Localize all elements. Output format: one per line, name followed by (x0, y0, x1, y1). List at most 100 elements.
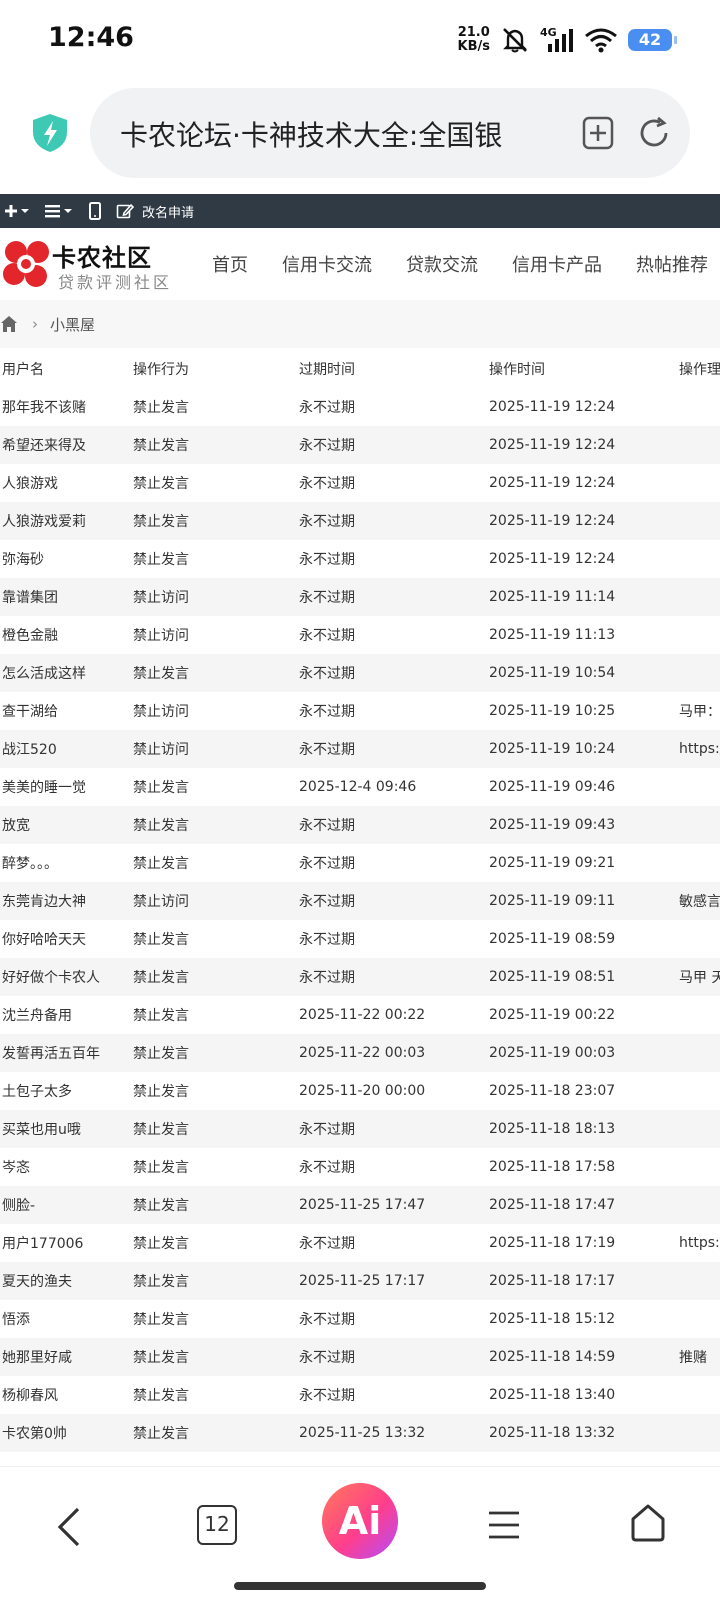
cell-username[interactable]: 靠谱集团 (2, 587, 58, 607)
menu-icon[interactable] (487, 1509, 521, 1541)
status-bar: 12:46 21.0 KB/s 4G 42 (0, 0, 720, 80)
ai-icon[interactable]: Ai (322, 1483, 398, 1559)
cell-expiry: 2025-11-22 00:22 (299, 1007, 426, 1023)
cell-username[interactable]: 土包子太多 (2, 1081, 72, 1101)
site-logo[interactable]: 卡农社区 贷款评测社区 (2, 236, 172, 296)
cell-action: 禁止发言 (133, 780, 189, 796)
cell-username[interactable]: 侧脸- (2, 1195, 35, 1215)
cell-username[interactable]: 卡农第0帅 (2, 1423, 67, 1443)
tabs-icon[interactable]: 12 (197, 1505, 237, 1545)
cell-username[interactable]: 悟添 (2, 1309, 30, 1329)
list-menu-button[interactable] (44, 203, 74, 219)
back-icon[interactable] (52, 1505, 88, 1549)
cell-username[interactable]: 美美的睡一觉 (2, 777, 86, 797)
home-icon[interactable] (629, 1503, 667, 1543)
breadcrumb-current[interactable]: 小黑屋 (50, 314, 95, 335)
home-indicator[interactable] (234, 1582, 486, 1590)
cell-expiry: 永不过期 (299, 590, 355, 606)
cell-username[interactable]: 战江520 (2, 739, 57, 759)
cell-operation-time: 2025-11-19 09:11 (489, 893, 616, 909)
cell-username[interactable]: 好好做个卡农人 (2, 967, 100, 987)
cell-expiry: 2025-11-25 17:47 (299, 1197, 426, 1213)
browser-address-row: 卡农论坛·卡神技术大全:全国银 (0, 86, 720, 180)
table-row: 发誓再活五百年 禁止发言 2025-11-22 00:03 2025-11-19 00… (0, 1034, 720, 1072)
cell-expiry: 永不过期 (299, 1350, 355, 1366)
cell-username[interactable]: 夏天的渔夫 (2, 1271, 72, 1291)
cell-action: 禁止访问 (133, 704, 189, 720)
cell-action: 禁止发言 (133, 1084, 189, 1100)
home-icon[interactable] (0, 315, 18, 333)
table-row: 卡农第0帅 禁止发言 2025-11-25 13:32 2025-11-18 13:3… (0, 1414, 720, 1452)
header-username: 用户名 (2, 362, 44, 378)
table-row: 靠谱集团 禁止访问 永不过期 2025-11-19 11:14 (0, 578, 720, 616)
network-type: 4G (540, 26, 557, 39)
cell-username[interactable]: 怎么活成这样 (2, 663, 86, 683)
cell-username[interactable]: 你好哈哈天天 (2, 929, 86, 949)
cell-username[interactable]: 弥海砂 (2, 549, 44, 569)
cell-username[interactable]: 那年我不该赌 (2, 397, 86, 417)
cell-username[interactable]: 醉梦。。。 (2, 853, 58, 873)
nav-credit-card-exchange[interactable]: 信用卡交流 (282, 251, 372, 277)
cell-expiry: 永不过期 (299, 628, 355, 644)
mobile-version-button[interactable] (88, 202, 102, 220)
cell-action: 禁止访问 (133, 628, 189, 644)
cell-username[interactable]: 沈兰舟备用 (2, 1005, 72, 1025)
cell-operation-time: 2025-11-19 09:43 (489, 817, 616, 833)
cell-username[interactable]: 东莞肯边大神 (2, 891, 86, 911)
add-bookmark-icon[interactable] (580, 115, 616, 151)
cell-reason: 推赌 (679, 1350, 707, 1366)
cell-operation-time: 2025-11-19 12:24 (489, 475, 616, 491)
nav-hot-posts[interactable]: 热帖推荐 (636, 251, 708, 277)
table-row: 查干湖给 禁止访问 永不过期 2025-11-19 10:25 马甲： (0, 692, 720, 730)
cell-action: 禁止发言 (133, 1312, 189, 1328)
cell-username[interactable]: 杨柳春风 (2, 1385, 58, 1405)
cell-expiry: 永不过期 (299, 514, 355, 530)
cell-operation-time: 2025-11-19 00:03 (489, 1045, 616, 1061)
nav-home[interactable]: 首页 (212, 251, 248, 277)
cell-username[interactable]: 人狼游戏爱莉 (2, 511, 86, 531)
cell-username[interactable]: 希望还来得及 (2, 435, 86, 455)
cell-username[interactable]: 岑忞 (2, 1157, 30, 1177)
cell-expiry: 2025-11-22 00:03 (299, 1045, 426, 1061)
list-icon (45, 205, 72, 218)
address-bar[interactable]: 卡农论坛·卡神技术大全:全国银 (90, 88, 690, 178)
reload-icon[interactable] (636, 115, 672, 151)
table-row: 好好做个卡农人 禁止发言 永不过期 2025-11-19 08:51 马甲 天 (0, 958, 720, 996)
cell-action: 禁止发言 (133, 1198, 189, 1214)
cell-action: 禁止发言 (133, 1350, 189, 1366)
table-row: 醉梦。。。 禁止发言 永不过期 2025-11-19 09:21 (0, 844, 720, 882)
cell-username[interactable]: 放宽 (2, 815, 30, 835)
cell-action: 禁止发言 (133, 818, 189, 834)
forum-toolbar: 改名申请 (0, 194, 720, 228)
url-title[interactable]: 卡农论坛·卡神技术大全:全国银 (120, 114, 540, 154)
cell-expiry: 永不过期 (299, 1388, 355, 1404)
cell-username[interactable]: 查干湖给 (2, 701, 58, 721)
cell-username[interactable]: 她那里好咸 (2, 1347, 72, 1367)
network-speed: 21.0 KB/s (458, 26, 490, 54)
cell-username[interactable]: 人狼游戏 (2, 473, 58, 493)
cell-operation-time: 2025-11-19 11:13 (489, 627, 616, 643)
nav-loan-exchange[interactable]: 贷款交流 (406, 251, 478, 277)
cell-username[interactable]: 买菜也用u哦 (2, 1119, 81, 1139)
cell-username[interactable]: 用户177006 (2, 1233, 83, 1253)
cell-action: 禁止发言 (133, 970, 189, 986)
cell-username[interactable]: 橙色金融 (2, 625, 58, 645)
cell-operation-time: 2025-11-18 17:17 (489, 1273, 616, 1289)
cell-expiry: 永不过期 (299, 970, 355, 986)
shield-icon[interactable] (30, 112, 70, 154)
status-indicators: 21.0 KB/s 4G 42 (458, 22, 677, 58)
cell-action: 禁止发言 (133, 1388, 189, 1404)
cell-action: 禁止发言 (133, 1046, 189, 1062)
new-post-button[interactable] (4, 203, 30, 219)
cell-expiry: 永不过期 (299, 894, 355, 910)
cell-action: 禁止发言 (133, 1274, 189, 1290)
cell-action: 禁止发言 (133, 476, 189, 492)
edit-icon (116, 203, 134, 219)
cell-expiry: 永不过期 (299, 856, 355, 872)
rename-request-link[interactable]: 改名申请 (116, 202, 194, 221)
cell-username[interactable]: 发誓再活五百年 (2, 1043, 100, 1063)
nav-credit-card-products[interactable]: 信用卡产品 (512, 251, 602, 277)
cell-operation-time: 2025-11-18 17:58 (489, 1159, 616, 1175)
table-row: 她那里好咸 禁止发言 永不过期 2025-11-18 14:59 推赌 (0, 1338, 720, 1376)
table-body: 那年我不该赌 禁止发言 永不过期 2025-11-19 12:24 希望还来得及 禁止发言… (0, 388, 720, 1452)
